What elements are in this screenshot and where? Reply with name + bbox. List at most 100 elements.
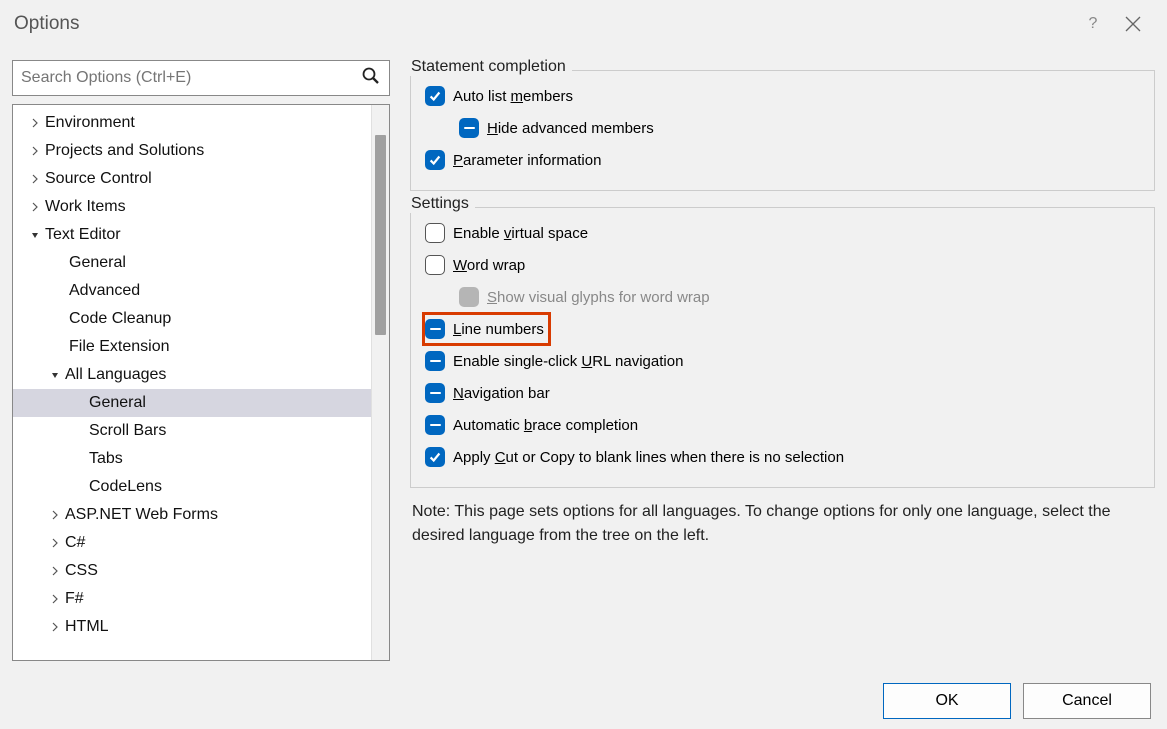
option-word-wrap[interactable]: Word wrap (425, 249, 1140, 281)
chevron-right-icon (30, 118, 40, 128)
tree-item-scroll-bars[interactable]: Scroll Bars (13, 417, 389, 445)
option-label: Hide advanced members (487, 120, 654, 137)
option-auto-list-members[interactable]: Auto list members (425, 80, 1140, 112)
right-pane: Statement completion Auto list members H… (410, 60, 1155, 661)
tree-item-work-items[interactable]: Work Items (13, 193, 389, 221)
tree-item-advanced[interactable]: Advanced (13, 277, 389, 305)
checkbox-brace-completion[interactable] (425, 415, 445, 435)
checkbox-auto-list-members[interactable] (425, 86, 445, 106)
tree-item-tabs[interactable]: Tabs (13, 445, 389, 473)
option-line-numbers[interactable]: Line numbers (423, 313, 550, 345)
tree-item-environment[interactable]: Environment (13, 109, 389, 137)
chevron-right-icon (50, 622, 60, 632)
checkbox-cut-copy-blank-lines[interactable] (425, 447, 445, 467)
tree-expander[interactable] (47, 619, 63, 635)
tree-item-label: Source Control (43, 170, 152, 188)
option-brace-completion[interactable]: Automatic brace completion (425, 409, 1140, 441)
options-dialog: Options ? Environment Projects and Soluti… (0, 0, 1167, 729)
tree-item-label: Advanced (67, 282, 140, 300)
tree-expander[interactable] (27, 143, 43, 159)
option-url-navigation[interactable]: Enable single-click URL navigation (425, 345, 1140, 377)
option-virtual-space[interactable]: Enable virtual space (425, 217, 1140, 249)
option-parameter-information[interactable]: Parameter information (425, 144, 1140, 176)
checkbox-show-glyphs (459, 287, 479, 307)
tree-item-css[interactable]: CSS (13, 557, 389, 585)
option-label: Parameter information (453, 152, 601, 169)
chevron-right-icon (30, 146, 40, 156)
checkbox-line-numbers[interactable] (425, 319, 445, 339)
tree-item-general[interactable]: General (13, 249, 389, 277)
tree-item-code-cleanup[interactable]: Code Cleanup (13, 305, 389, 333)
search-icon[interactable] (361, 66, 381, 90)
tree-expander[interactable] (27, 171, 43, 187)
tree-item-label: CSS (63, 562, 98, 580)
left-pane: Environment Projects and Solutions Source … (12, 60, 390, 661)
tree-item-source-control[interactable]: Source Control (13, 165, 389, 193)
tree-item-label: Work Items (43, 198, 126, 216)
option-navigation-bar[interactable]: Navigation bar (425, 377, 1140, 409)
tree-item-all-languages[interactable]: All Languages (13, 361, 389, 389)
chevron-right-icon (30, 174, 40, 184)
close-icon (1125, 16, 1141, 32)
tree-expander[interactable] (47, 591, 63, 607)
group-label: Statement completion (409, 58, 572, 76)
tree-item-c-[interactable]: C# (13, 529, 389, 557)
chevron-down-icon (30, 230, 40, 240)
group-statement-completion: Statement completion Auto list members H… (410, 70, 1155, 191)
tree-item-label: C# (63, 534, 85, 552)
option-label: Show visual glyphs for word wrap (487, 289, 710, 306)
tree-item-label: General (67, 254, 126, 272)
chevron-right-icon (50, 510, 60, 520)
chevron-down-icon (50, 370, 60, 380)
tree-item-codelens[interactable]: CodeLens (13, 473, 389, 501)
chevron-right-icon (50, 566, 60, 576)
tree-item-label: ASP.NET Web Forms (63, 506, 218, 524)
option-label: Automatic brace completion (453, 417, 638, 434)
option-cut-copy-blank-lines[interactable]: Apply Cut or Copy to blank lines when th… (425, 441, 1140, 473)
tree-item-label: General (87, 394, 146, 412)
checkbox-url-navigation[interactable] (425, 351, 445, 371)
option-label: Navigation bar (453, 385, 550, 402)
tree-expander[interactable] (27, 227, 43, 243)
tree-expander[interactable] (47, 367, 63, 383)
tree-item-general[interactable]: General (13, 389, 389, 417)
tree-expander[interactable] (27, 115, 43, 131)
tree-item-label: Code Cleanup (67, 310, 171, 328)
group-settings: Settings Enable virtual space Word wrap … (410, 207, 1155, 488)
dialog-title: Options (14, 13, 1073, 35)
search-box[interactable] (12, 60, 390, 96)
checkbox-word-wrap[interactable] (425, 255, 445, 275)
search-input[interactable] (21, 69, 361, 87)
group-label: Settings (409, 195, 475, 213)
tree-item-label: Text Editor (43, 226, 121, 244)
checkbox-parameter-information[interactable] (425, 150, 445, 170)
option-label: Auto list members (453, 88, 573, 105)
options-tree: Environment Projects and Solutions Source … (12, 104, 390, 661)
checkbox-navigation-bar[interactable] (425, 383, 445, 403)
ok-button[interactable]: OK (883, 683, 1011, 719)
tree-expander[interactable] (47, 563, 63, 579)
tree-item-label: Environment (43, 114, 135, 132)
checkbox-hide-advanced-members[interactable] (459, 118, 479, 138)
cancel-button[interactable]: Cancel (1023, 683, 1151, 719)
option-label: Enable single-click URL navigation (453, 353, 683, 370)
checkbox-virtual-space[interactable] (425, 223, 445, 243)
tree-item-file-extension[interactable]: File Extension (13, 333, 389, 361)
option-label: Word wrap (453, 257, 525, 274)
tree-item-label: CodeLens (87, 478, 162, 496)
tree-expander[interactable] (27, 199, 43, 215)
tree-expander[interactable] (47, 535, 63, 551)
help-button[interactable]: ? (1073, 4, 1113, 44)
tree-expander[interactable] (47, 507, 63, 523)
tree-item-asp-net-web-forms[interactable]: ASP.NET Web Forms (13, 501, 389, 529)
tree-item-f-[interactable]: F# (13, 585, 389, 613)
tree-item-text-editor[interactable]: Text Editor (13, 221, 389, 249)
close-button[interactable] (1113, 4, 1153, 44)
tree-scroll-thumb[interactable] (375, 135, 386, 335)
chevron-right-icon (50, 538, 60, 548)
option-hide-advanced-members[interactable]: Hide advanced members (425, 112, 1140, 144)
tree-item-label: Tabs (87, 450, 123, 468)
tree-item-projects-and-solutions[interactable]: Projects and Solutions (13, 137, 389, 165)
tree-item-html[interactable]: HTML (13, 613, 389, 641)
tree-scrollbar[interactable] (371, 105, 389, 660)
